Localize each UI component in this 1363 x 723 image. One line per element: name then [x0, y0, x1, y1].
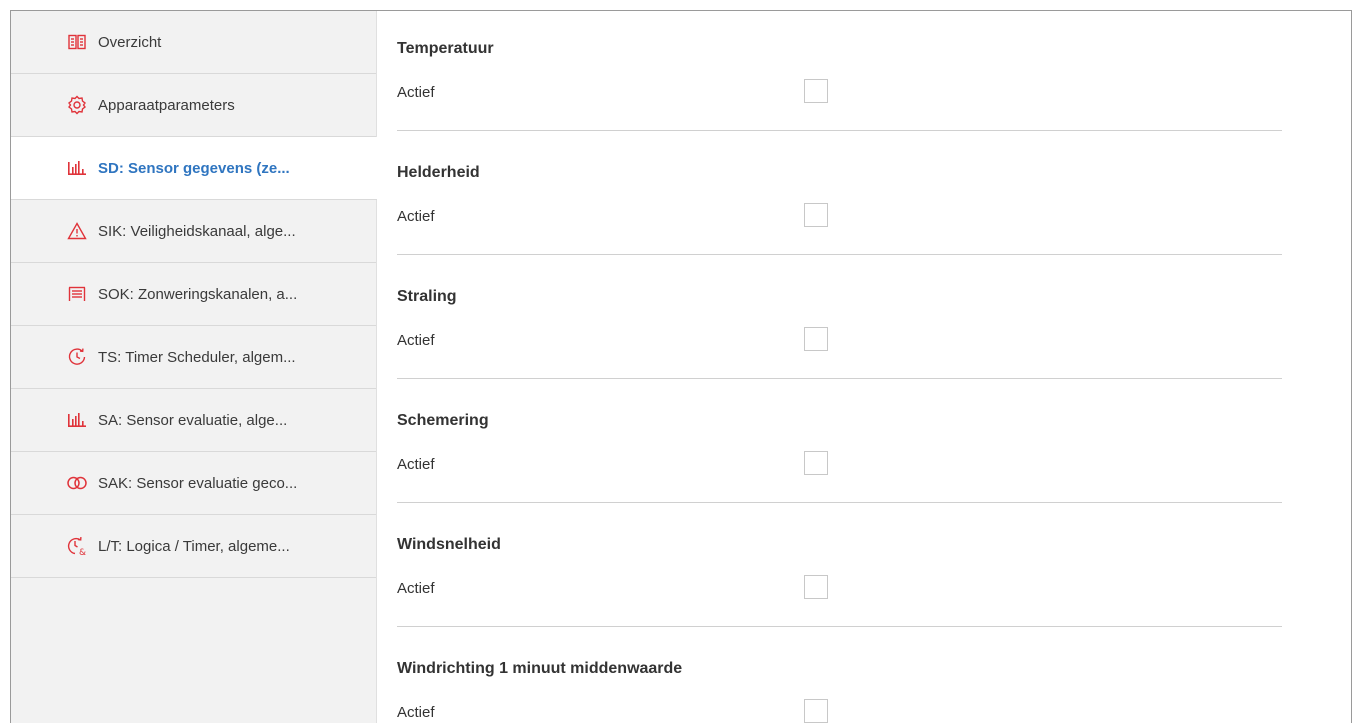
warning-icon	[66, 220, 88, 242]
sidebar-item-timer-scheduler[interactable]: TS: Timer Scheduler, algem...	[11, 326, 376, 389]
divider	[397, 502, 1282, 503]
sidebar-item-veiligheidskanaal[interactable]: SIK: Veiligheidskanaal, alge...	[11, 200, 376, 263]
sidebar-item-logica-timer[interactable]: & L/T: Logica / Timer, algeme...	[11, 515, 376, 578]
sidebar-item-label: SAK: Sensor evaluatie geco...	[98, 474, 298, 492]
section-temperatuur: Temperatuur Actief	[397, 11, 1282, 135]
section-title: Windrichting 1 minuut middenwaarde	[397, 660, 683, 677]
actief-checkbox[interactable]	[804, 575, 828, 599]
section-helderheid: Helderheid Actief	[397, 135, 1282, 259]
sidebar-item-label: SIK: Veiligheidskanaal, alge...	[98, 222, 296, 240]
param-label: Actief	[397, 456, 435, 473]
actief-checkbox[interactable]	[804, 451, 828, 475]
sidebar: Overzicht Apparaatparameters SD: Sensor …	[11, 11, 377, 723]
actief-checkbox[interactable]	[804, 699, 828, 723]
divider	[397, 626, 1282, 627]
gear-icon	[66, 94, 88, 116]
actief-checkbox[interactable]	[804, 203, 828, 227]
section-title: Windsnelheid	[397, 536, 501, 553]
linked-rings-icon	[66, 472, 88, 494]
param-label: Actief	[397, 332, 435, 349]
sidebar-item-label: SA: Sensor evaluatie, alge...	[98, 411, 288, 429]
section-windsnelheid: Windsnelheid Actief	[397, 507, 1282, 631]
section-straling: Straling Actief	[397, 259, 1282, 383]
logic-timer-icon: &	[66, 535, 88, 557]
sidebar-item-label: TS: Timer Scheduler, algem...	[98, 348, 296, 366]
sidebar-item-label: Apparaatparameters	[98, 96, 235, 114]
section-title: Temperatuur	[397, 40, 494, 57]
parameter-panel: Temperatuur Actief Helderheid Actief Str…	[377, 11, 1351, 723]
sidebar-item-label: SOK: Zonweringskanalen, a...	[98, 285, 298, 303]
sidebar-item-sensor-evaluatie[interactable]: SA: Sensor evaluatie, alge...	[11, 389, 376, 452]
divider	[397, 254, 1282, 255]
blinds-icon	[66, 283, 88, 305]
sidebar-item-label: L/T: Logica / Timer, algeme...	[98, 537, 290, 555]
param-label: Actief	[397, 84, 435, 101]
book-icon	[66, 31, 88, 53]
param-label: Actief	[397, 208, 435, 225]
bar-chart-icon	[66, 157, 88, 179]
actief-checkbox[interactable]	[804, 79, 828, 103]
section-windrichting: Windrichting 1 minuut middenwaarde Actie…	[397, 631, 1282, 723]
timer-icon	[66, 346, 88, 368]
section-title: Straling	[397, 288, 457, 305]
section-title: Schemering	[397, 412, 489, 429]
sidebar-item-label: SD: Sensor gegevens (ze...	[98, 159, 290, 177]
svg-text:&: &	[79, 548, 86, 556]
sidebar-item-label: Overzicht	[98, 33, 162, 51]
sidebar-item-apparaatparameters[interactable]: Apparaatparameters	[11, 74, 376, 137]
divider	[397, 378, 1282, 379]
bar-chart-icon	[66, 409, 88, 431]
app-window: Overzicht Apparaatparameters SD: Sensor …	[10, 10, 1352, 723]
sidebar-item-sensor-gegevens[interactable]: SD: Sensor gegevens (ze...	[11, 137, 377, 200]
sidebar-item-zonweringskanalen[interactable]: SOK: Zonweringskanalen, a...	[11, 263, 376, 326]
sidebar-item-overzicht[interactable]: Overzicht	[11, 11, 376, 74]
sidebar-item-sensor-evaluatie-gecombineerd[interactable]: SAK: Sensor evaluatie geco...	[11, 452, 376, 515]
section-title: Helderheid	[397, 164, 480, 181]
divider	[397, 130, 1282, 131]
param-label: Actief	[397, 580, 435, 597]
actief-checkbox[interactable]	[804, 327, 828, 351]
section-schemering: Schemering Actief	[397, 383, 1282, 507]
